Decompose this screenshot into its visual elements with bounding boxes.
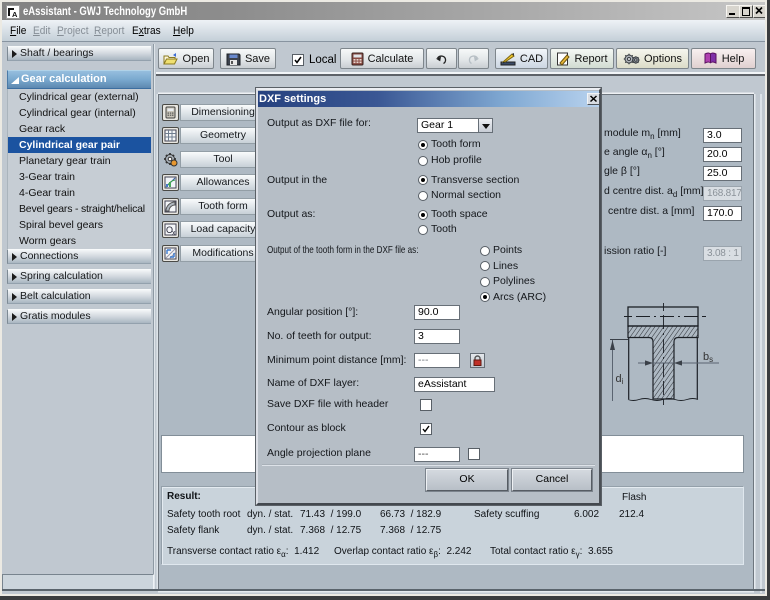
svg-text:x: x xyxy=(172,230,176,237)
svg-text:A: A xyxy=(12,10,18,19)
svg-text:bs: bs xyxy=(703,351,713,364)
svg-text:di: di xyxy=(616,373,624,386)
